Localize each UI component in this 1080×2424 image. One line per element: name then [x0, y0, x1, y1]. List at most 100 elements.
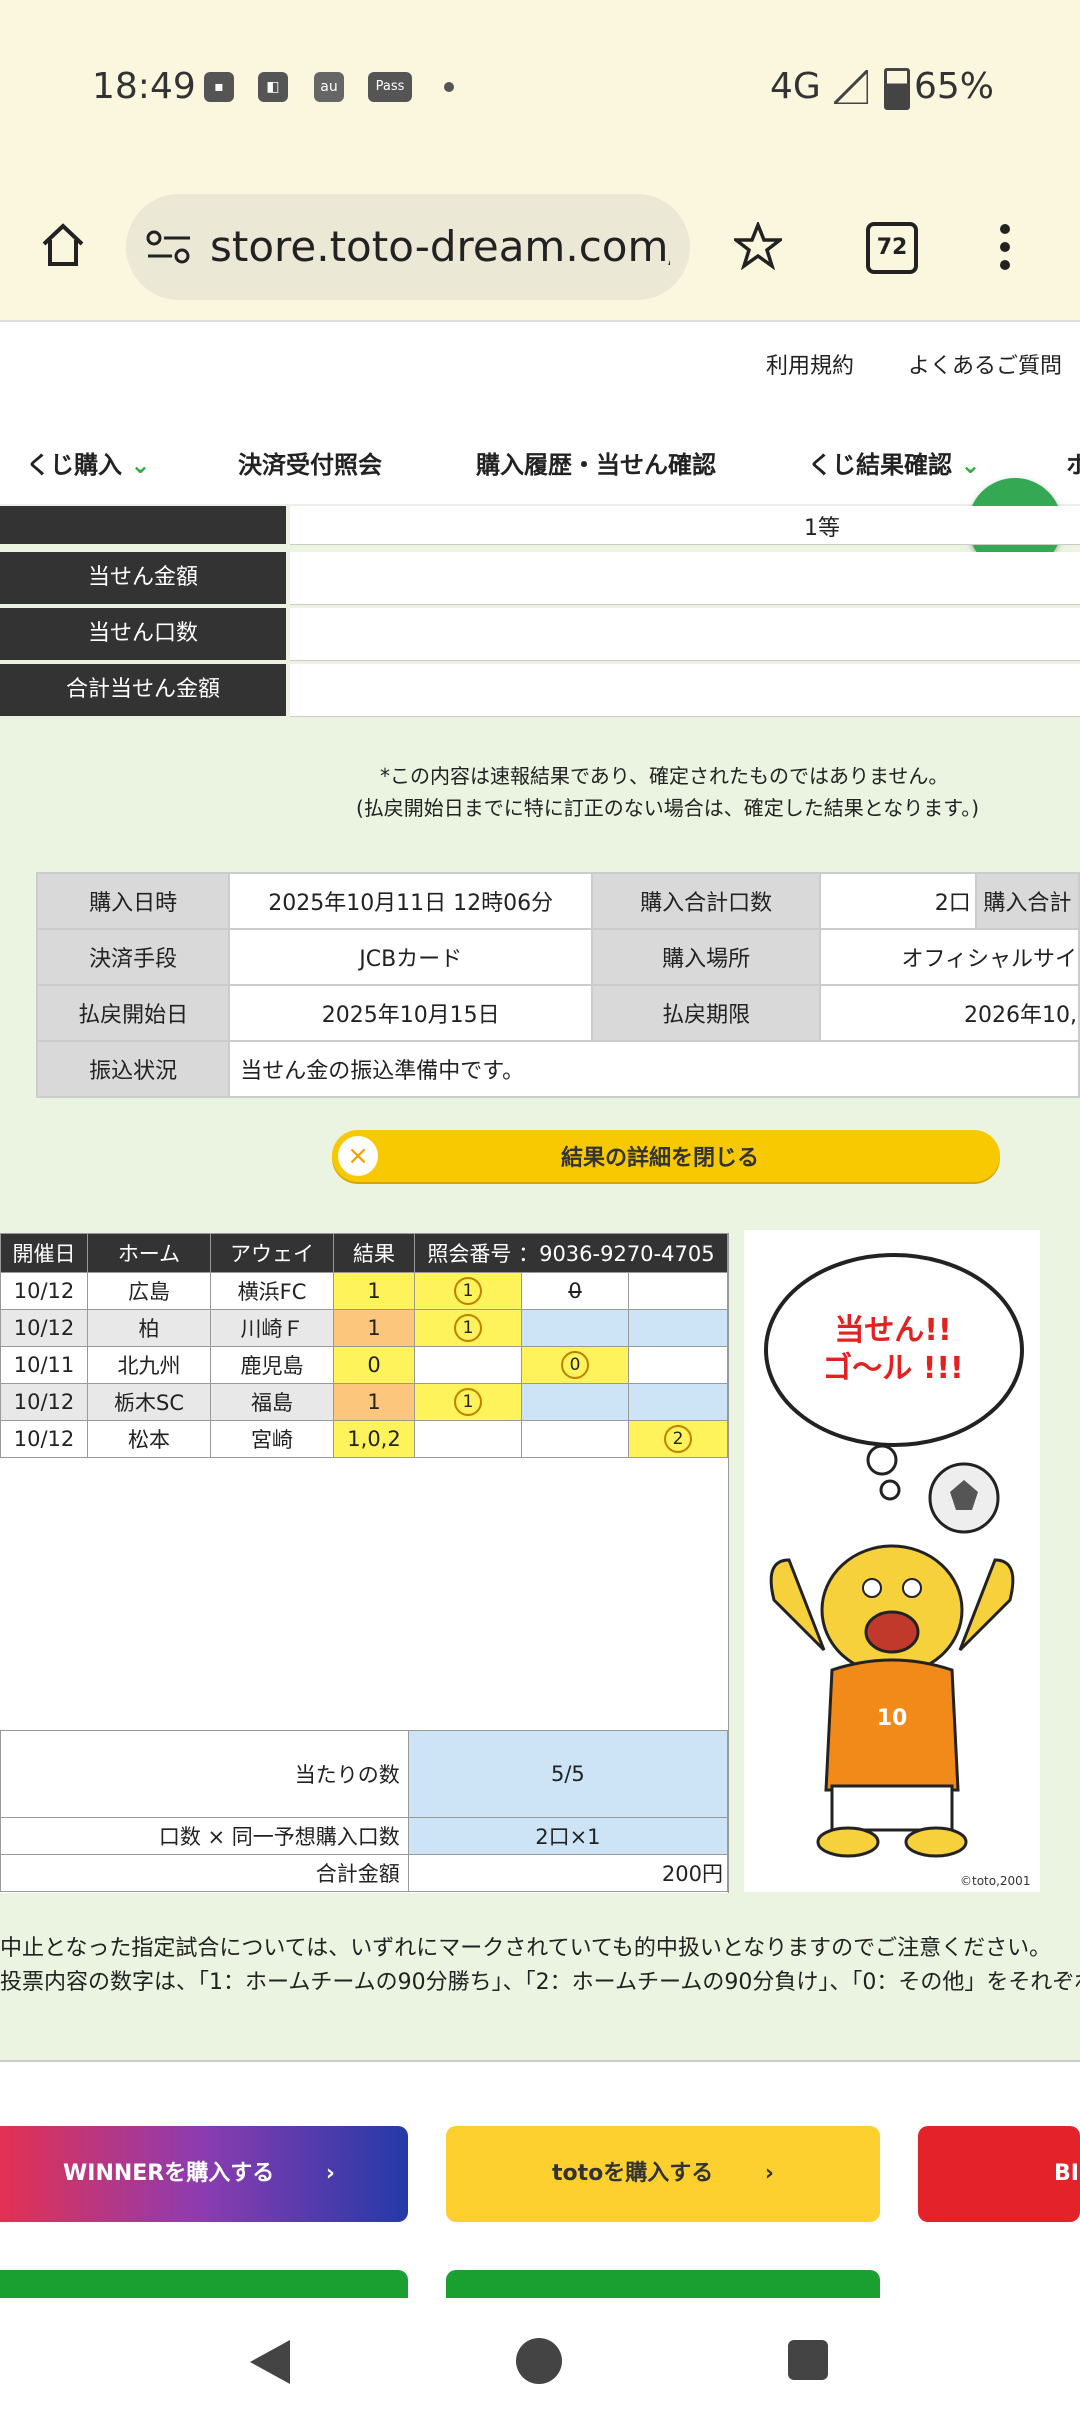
footnote-legend: 投票内容の数字は、「1：ホームチームの90分勝ち」、「2：ホームチームの90分負…: [0, 1970, 1080, 1995]
bookmark-star-icon[interactable]: [734, 222, 782, 270]
mark-draw: 0: [521, 1272, 629, 1310]
url-text[interactable]: store.toto-dream.com/de: [210, 222, 670, 272]
date-header: 開催日: [0, 1233, 88, 1273]
match-result: 0: [333, 1346, 415, 1384]
hits-value: 5/5: [407, 1730, 729, 1818]
dot-icon: [444, 82, 454, 92]
purchase-info-table: 購入日時 2025年10月11日 12時06分 購入合計口数 2口 購入合計 決…: [35, 872, 1080, 1098]
rank-header: [0, 506, 286, 544]
close-details-label[interactable]: 結果の詳細を閉じる: [380, 1140, 940, 1172]
hits-row: 当たりの数 5/5: [0, 1730, 729, 1818]
mark-away: [628, 1346, 728, 1384]
results-header-row: 開催日 ホーム アウェイ 結果 照会番号 ：9036-9270-4705: [0, 1233, 728, 1273]
close-icon[interactable]: ×: [338, 1136, 378, 1176]
match-date: 10/12: [0, 1309, 88, 1347]
away-team: 宮崎: [210, 1420, 334, 1458]
status-bar: 18:49 ▪ ◧ au Pass 4G 65%: [0, 0, 1080, 175]
place-value: オフィシャルサイ: [819, 928, 1080, 986]
au-icon: au: [314, 72, 344, 102]
mark-home: 1: [414, 1272, 522, 1310]
home-team: 広島: [87, 1272, 211, 1310]
terms-link[interactable]: 利用規約: [766, 348, 854, 380]
mark-draw: [521, 1309, 629, 1347]
home-team: 北九州: [87, 1346, 211, 1384]
transfer-label: 振込状況: [35, 1040, 231, 1098]
summary-table: 当たりの数 5/5 口数 × 同一予想購入口数 2口×1 合計金額 200円: [0, 1730, 729, 1892]
home-team: 栃木SC: [87, 1383, 211, 1421]
table-row: 10/12 柏 川崎Ｆ 1 1: [0, 1309, 728, 1347]
chevron-down-icon: ⌄: [960, 451, 981, 479]
mark-away: [628, 1309, 728, 1347]
match-result: 1: [333, 1272, 415, 1310]
nav-payment-inquiry[interactable]: 決済受付照会: [238, 445, 382, 480]
system-nav-bar: [0, 2298, 1080, 2424]
status-time: 18:49: [92, 66, 196, 107]
nav-results[interactable]: くじ結果確認 ⌄: [808, 445, 980, 480]
home-team: 柏: [87, 1309, 211, 1347]
battery-icon: [884, 68, 910, 110]
mark-home: [414, 1346, 522, 1384]
total-label: 購入合計: [974, 872, 1080, 930]
site-top-bar: 利用規約 よくあるご質問: [0, 322, 1080, 422]
mark-home: 1: [414, 1309, 522, 1347]
pass-icon: Pass: [368, 72, 412, 102]
table-row: 10/12 栃木SC 福島 1 1: [0, 1383, 728, 1421]
mark-circle: 1: [454, 1277, 482, 1305]
table-row: 10/12 松本 宮崎 1,0,2 2: [0, 1420, 728, 1458]
back-icon[interactable]: [246, 2338, 292, 2386]
payment-value: JCBカード: [228, 928, 594, 986]
green-button-1[interactable]: [0, 2270, 408, 2298]
chevron-down-icon: ⌄: [130, 451, 151, 479]
nav-history[interactable]: 購入履歴・当せん確認: [476, 445, 716, 480]
match-result: 1,0,2: [333, 1420, 415, 1458]
recents-icon[interactable]: [788, 2340, 828, 2380]
mark-away: [628, 1272, 728, 1310]
away-team: 川崎Ｆ: [210, 1309, 334, 1347]
result-header: 結果: [333, 1233, 415, 1273]
rank-cell: 1等: [290, 506, 1080, 545]
rank-value: 1等: [804, 516, 840, 541]
more-menu-icon[interactable]: [1000, 222, 1012, 272]
mark-home: [414, 1420, 522, 1458]
match-date: 10/12: [0, 1272, 88, 1310]
home-header: ホーム: [87, 1233, 211, 1273]
mark-circle: 1: [454, 1314, 482, 1342]
home-icon[interactable]: [38, 220, 88, 270]
buy-toto-button[interactable]: totoを購入する ›: [446, 2126, 880, 2222]
tab-switcher-button[interactable]: 72: [866, 222, 918, 274]
footnote-cancelled: 中止となった指定試合については、いずれにマークされていても的中扱いとなりますので…: [0, 1936, 1052, 1961]
units-value: 2口×1: [407, 1817, 729, 1855]
buy-winner-button[interactable]: WINNERを購入する ›: [0, 2126, 408, 2222]
match-date: 10/12: [0, 1420, 88, 1458]
prelim-note: *この内容は速報結果であり、確定されたものではありません。: [380, 764, 949, 788]
table-row: 10/12 広島 横浜FC 1 1 0: [0, 1272, 728, 1310]
results-table: 開催日 ホーム アウェイ 結果 照会番号 ：9036-9270-4705 10/…: [0, 1233, 728, 1458]
units-label: 口数 × 同一予想購入口数: [0, 1817, 409, 1855]
match-date: 10/11: [0, 1346, 88, 1384]
place-label: 購入場所: [591, 928, 822, 986]
button-label: totoを購入する: [552, 2161, 714, 2186]
mark-circle: 0: [561, 1351, 589, 1379]
sim-icon: ▪: [204, 72, 234, 102]
win-total-label: 合計当せん金額: [0, 664, 286, 716]
network-label: 4G: [770, 66, 821, 107]
faq-link[interactable]: よくあるご質問: [908, 348, 1062, 380]
purchase-date-label: 購入日時: [35, 872, 231, 930]
start-value: 2025年10月15日: [228, 984, 594, 1042]
units-row: 口数 × 同一予想購入口数 2口×1: [0, 1817, 729, 1855]
shirt-number: 10: [876, 1706, 908, 1731]
nav-label: くじ購入: [26, 451, 122, 479]
match-date: 10/12: [0, 1383, 88, 1421]
away-team: 横浜FC: [210, 1272, 334, 1310]
nav-label: くじ結果確認: [808, 451, 952, 479]
mark-draw: 0: [521, 1346, 629, 1384]
mark-draw: [521, 1383, 629, 1421]
green-button-2[interactable]: [446, 2270, 880, 2298]
home-nav-icon[interactable]: [516, 2338, 562, 2384]
nav-more[interactable]: ホ: [1066, 445, 1080, 480]
nav-lottery-purchase[interactable]: くじ購入 ⌄: [26, 445, 150, 480]
buy-big-button[interactable]: BI: [918, 2126, 1080, 2222]
units-value: 2口: [819, 872, 977, 930]
site-settings-icon[interactable]: [146, 228, 192, 268]
win-amount-label: 当せん金額: [0, 552, 286, 604]
